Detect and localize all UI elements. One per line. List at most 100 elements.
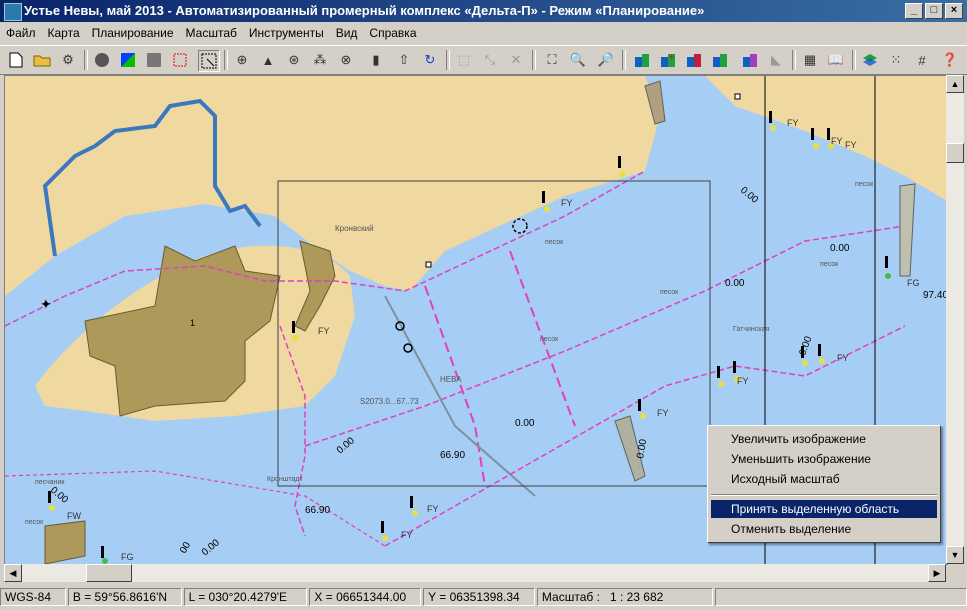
scroll-left-button[interactable]: ◀ xyxy=(4,564,22,582)
vertical-scrollbar[interactable]: ▲ ▼ xyxy=(946,75,964,564)
svg-text:+: + xyxy=(669,52,674,62)
anchor-symbol: ✦ xyxy=(40,296,52,312)
scroll-down-button[interactable]: ▼ xyxy=(946,546,964,564)
status-longitude: L = 030°20.4279'E xyxy=(183,588,308,606)
depth-label: 66.90 xyxy=(305,505,330,516)
land-area-northeast xyxy=(705,76,947,201)
depth-label: 66.90 xyxy=(440,450,465,461)
circle-icon[interactable] xyxy=(92,50,112,70)
polygon-icon[interactable] xyxy=(118,50,138,70)
zoom-extents-icon[interactable]: ⛶ xyxy=(542,50,562,70)
layers-icon[interactable] xyxy=(860,50,880,70)
close-button[interactable]: × xyxy=(945,3,963,19)
map-label: Кронштадт xyxy=(267,476,303,483)
track-icon-1[interactable] xyxy=(632,50,652,70)
point-cluster-icon[interactable]: ⁂ xyxy=(310,50,330,70)
open-folder-icon[interactable] xyxy=(32,50,52,70)
context-menu: Увеличить изображение Уменьшить изображе… xyxy=(707,425,941,543)
track-icon-5[interactable] xyxy=(740,50,760,70)
map-label: песок xyxy=(855,181,874,188)
gear-icon[interactable]: ⚙ xyxy=(58,50,78,70)
grid-icon[interactable]: # xyxy=(912,50,932,70)
buoy-marker xyxy=(381,521,388,541)
depth-label: 0.00 xyxy=(725,278,745,289)
depth-label: 0.00 xyxy=(48,485,70,506)
grid-circle-icon[interactable]: ⊗ xyxy=(336,50,356,70)
scroll-right-button[interactable]: ▶ xyxy=(928,564,946,582)
disabled-icon[interactable]: ◣ xyxy=(766,50,786,70)
buoy-marker xyxy=(818,344,825,364)
book-icon[interactable]: 📖 xyxy=(826,50,846,70)
cone-icon[interactable]: ▲ xyxy=(258,50,278,70)
buoy-label: FY xyxy=(831,136,843,146)
help-icon[interactable]: ❓ xyxy=(940,50,960,70)
zoom-out-icon[interactable]: 🔎 xyxy=(596,50,616,70)
ctx-original-scale[interactable]: Исходный масштаб xyxy=(711,470,937,488)
arrow-up-icon[interactable]: ⇧ xyxy=(394,50,414,70)
ctx-accept-selection[interactable]: Принять выделенную область xyxy=(711,500,937,518)
map-label: песок xyxy=(25,519,44,526)
map-label: Гатчинская xyxy=(733,326,769,333)
menu-scale[interactable]: Масштаб xyxy=(180,26,243,40)
sounding-text: S2073.0...67..73 xyxy=(360,397,419,406)
menu-help[interactable]: Справка xyxy=(363,26,422,40)
ctx-cancel-selection[interactable]: Отменить выделение xyxy=(711,520,937,538)
track-icon-3[interactable] xyxy=(684,50,704,70)
select-icon[interactable]: ⬚ xyxy=(454,50,474,70)
menu-tools[interactable]: Инструменты xyxy=(243,26,330,40)
lasso-icon[interactable]: ⤡ xyxy=(480,50,500,70)
red-square-icon[interactable] xyxy=(170,50,190,70)
status-scale: Масштаб : 1 : 23 682 xyxy=(536,588,713,606)
fit-window-icon[interactable]: ✕ xyxy=(506,50,526,70)
menu-file[interactable]: Файл xyxy=(0,26,42,40)
horizontal-scrollbar[interactable]: ◀ ▶ xyxy=(4,564,946,582)
depth-label: 0.00 xyxy=(200,537,222,558)
calculator-icon[interactable]: ▦ xyxy=(800,50,820,70)
maximize-button[interactable]: □ xyxy=(925,3,943,19)
toolbar-separator xyxy=(532,50,536,70)
scroll-up-button[interactable]: ▲ xyxy=(946,75,964,93)
points-icon[interactable]: ⁙ xyxy=(886,50,906,70)
buoy-label: FY xyxy=(787,118,799,128)
toolbar-separator xyxy=(224,50,228,70)
depth-label: 0.00 xyxy=(797,335,814,357)
buoy-label: FY xyxy=(737,376,749,386)
toolbar: ⚙ ⊕ ▲ ⊛ ⁂ ⊗ ▮ ⇧ ↻ ⬚ ⤡ ✕ ⛶ 🔍 🔎 + ◣ ▦ 📖 ⁙ … xyxy=(0,45,967,75)
buoy-label: FY xyxy=(427,504,439,514)
ctx-zoom-in[interactable]: Увеличить изображение xyxy=(711,430,937,448)
horizontal-scroll-thumb[interactable] xyxy=(86,564,132,582)
ctx-zoom-out[interactable]: Уменьшить изображение xyxy=(711,450,937,468)
menu-planning[interactable]: Планирование xyxy=(86,26,180,40)
globe-icon[interactable]: ⊛ xyxy=(284,50,304,70)
buoy-label: FY xyxy=(845,140,857,150)
zoom-in-icon[interactable]: 🔍 xyxy=(568,50,588,70)
select-area-icon[interactable] xyxy=(198,50,220,72)
window-title: Устье Невы, май 2013 - Автоматизированны… xyxy=(24,3,705,18)
island-marker: 1 xyxy=(190,318,195,328)
rotate-icon[interactable]: ↻ xyxy=(420,50,440,70)
buoy-marker xyxy=(638,399,646,419)
ruler-icon[interactable]: ▮ xyxy=(366,50,386,70)
buoy-label: FY xyxy=(561,198,573,208)
depth-label: 0.00 xyxy=(515,418,535,429)
map-label: песок xyxy=(820,261,839,268)
track-icon-4[interactable] xyxy=(710,50,730,70)
map-label: песчаник xyxy=(35,479,65,486)
square-icon[interactable] xyxy=(144,50,164,70)
toolbar-separator xyxy=(792,50,796,70)
minimize-button[interactable]: _ xyxy=(905,3,923,19)
new-file-icon[interactable] xyxy=(6,50,26,70)
app-icon xyxy=(4,3,22,21)
menu-map[interactable]: Карта xyxy=(42,26,86,40)
menu-view[interactable]: Вид xyxy=(330,26,364,40)
track-icon-2[interactable]: + xyxy=(658,50,678,70)
ctx-separator xyxy=(711,494,937,496)
status-scale-label: Масштаб : xyxy=(541,590,600,604)
depth-label: 0.00 xyxy=(738,185,760,206)
vertical-scroll-thumb[interactable] xyxy=(946,143,964,163)
status-bar: WGS-84 B = 59°56.8616'N L = 030°20.4279'… xyxy=(0,586,967,608)
buoy-marker xyxy=(101,546,108,564)
buoy-label: FY xyxy=(401,530,413,540)
crosshair-icon[interactable]: ⊕ xyxy=(232,50,252,70)
window-controls: _ □ × xyxy=(905,3,963,19)
